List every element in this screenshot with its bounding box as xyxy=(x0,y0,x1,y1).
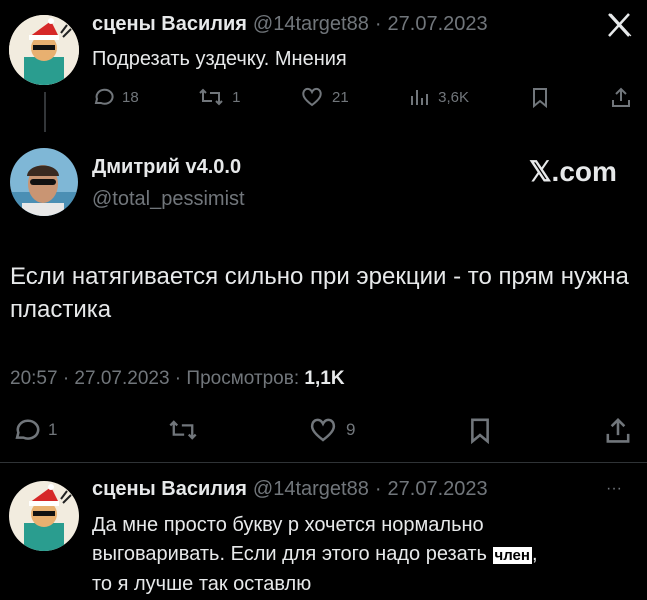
view-count[interactable]: 1,1K xyxy=(304,368,344,389)
author-handle[interactable]: @14target88 xyxy=(253,478,369,501)
author-name[interactable]: сцены Василия xyxy=(92,478,247,501)
heart-icon xyxy=(310,418,336,442)
bookmark-icon xyxy=(470,418,489,444)
avatar[interactable] xyxy=(10,148,78,216)
thread-line xyxy=(44,92,46,132)
divider xyxy=(0,462,647,463)
bookmark-button[interactable] xyxy=(529,86,551,108)
separator: · xyxy=(374,13,382,35)
tweet-text: Подрезать уздечку. Мнения xyxy=(92,48,347,70)
share-icon xyxy=(606,418,630,443)
tweet-timestamp[interactable]: 20:57 · 27.07.2023 · Просмотров: xyxy=(10,368,304,389)
reply-icon xyxy=(94,88,114,105)
share-icon xyxy=(612,87,630,107)
avatar-image xyxy=(10,148,78,216)
censor-box: член xyxy=(492,547,532,564)
share-button[interactable] xyxy=(610,86,632,108)
reply-button[interactable]: 18 xyxy=(92,86,139,108)
like-button[interactable]: 21 xyxy=(300,86,349,108)
heart-icon xyxy=(302,87,322,107)
views-icon xyxy=(411,90,429,105)
retweet-icon xyxy=(169,420,197,440)
retweet-button[interactable]: 1 xyxy=(198,86,241,108)
tweet-date[interactable]: 27.07.2023 xyxy=(388,13,488,36)
like-button[interactable]: 9 xyxy=(308,416,355,444)
author-handle[interactable]: @total_pessimist xyxy=(92,188,245,211)
bookmark-icon xyxy=(532,88,547,108)
x-com-brand: 𝕏.com xyxy=(529,156,617,187)
author-handle[interactable]: @14target88 xyxy=(253,13,369,36)
avatar[interactable] xyxy=(9,481,79,551)
tweet-text: Да мне просто букву р хочется нормально … xyxy=(92,514,538,595)
retweet-button[interactable] xyxy=(168,416,198,444)
more-options-icon[interactable]: ··· xyxy=(606,480,622,498)
x-close-icon[interactable] xyxy=(604,10,634,40)
share-button[interactable] xyxy=(604,416,632,444)
avatar-image xyxy=(9,481,79,551)
views-button[interactable]: 3,6K xyxy=(408,86,469,108)
reply-icon xyxy=(15,419,40,440)
tweet-date[interactable]: 27.07.2023 xyxy=(388,478,488,501)
reply-button[interactable]: 1 xyxy=(12,416,57,444)
author-name[interactable]: Дмитрий v4.0.0 xyxy=(92,156,241,179)
author-name[interactable]: сцены Василия xyxy=(92,13,247,36)
avatar-image xyxy=(9,15,79,85)
separator: · xyxy=(374,478,382,500)
tweet-text: Если натягивается сильно при эрекции - т… xyxy=(10,263,629,323)
retweet-icon xyxy=(199,88,223,106)
bookmark-button[interactable] xyxy=(466,416,494,444)
avatar[interactable] xyxy=(9,15,79,85)
